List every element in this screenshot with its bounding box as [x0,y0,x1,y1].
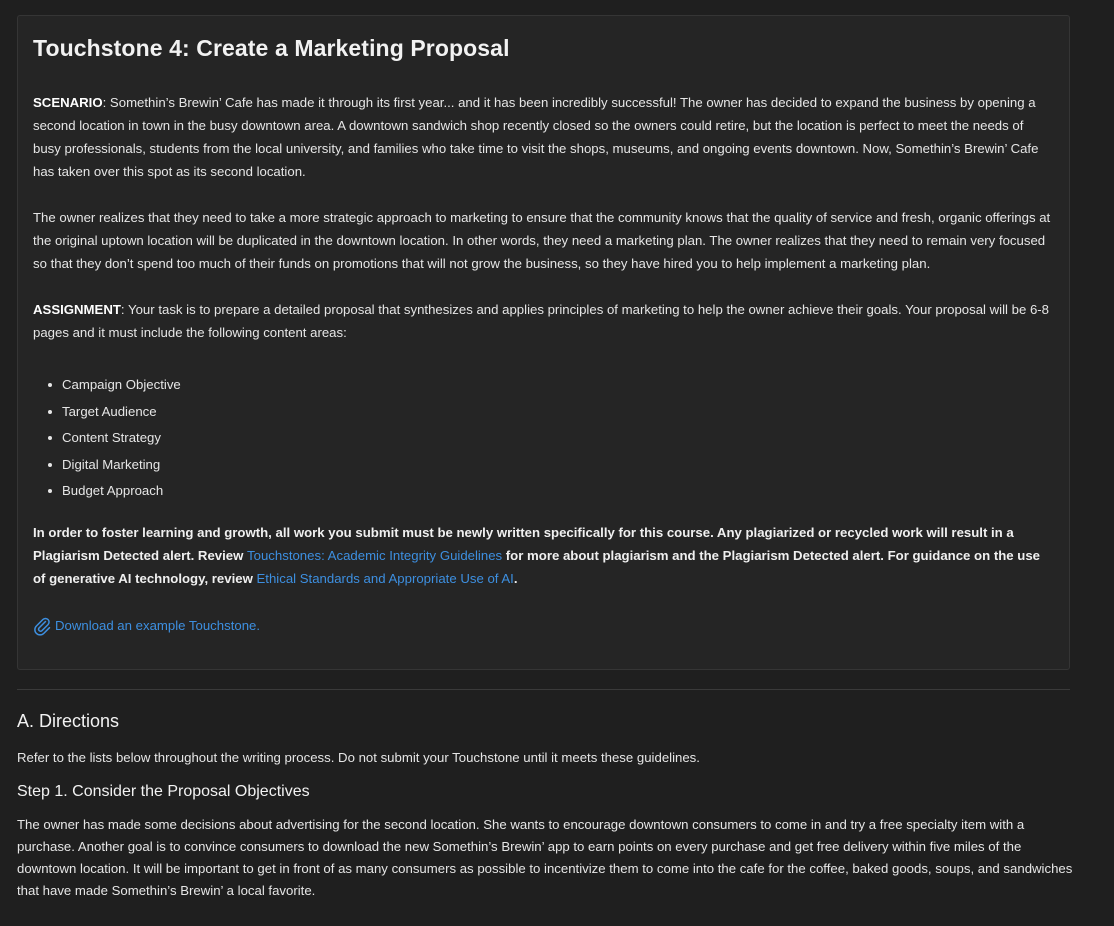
assignment-paragraph: ASSIGNMENT: Your task is to prepare a de… [33,298,1054,344]
paperclip-icon [34,617,51,636]
scenario-label: SCENARIO [33,95,103,110]
list-item: Content Strategy [48,425,1054,452]
integrity-text-3: . [513,570,518,586]
scenario-text: : Somethin’s Brewin’ Cafe has made it th… [33,95,1039,179]
assignment-label: ASSIGNMENT [33,302,121,317]
scenario-paragraph: SCENARIO: Somethin’s Brewin’ Cafe has ma… [33,91,1054,183]
assignment-text: : Your task is to prepare a detailed pro… [33,302,1050,340]
directions-section: A. Directions Refer to the lists below t… [17,708,1077,902]
directions-intro: Refer to the lists below throughout the … [17,750,700,765]
page-title: Touchstone 4: Create a Marketing Proposa… [33,35,510,61]
step1-body: The owner has made some decisions about … [17,817,1073,898]
section-divider [17,689,1070,690]
list-item: Target Audience [48,399,1054,426]
page: Touchstone 4: Create a Marketing Proposa… [0,0,1114,926]
list-item: Campaign Objective [48,372,1054,399]
list-item: Budget Approach [48,478,1054,505]
touchstone-card: Touchstone 4: Create a Marketing Proposa… [17,15,1070,670]
strategy-paragraph: The owner realizes that they need to tak… [33,210,1051,271]
directions-heading: A. Directions [17,711,120,731]
content-areas-list: Campaign Objective Target Audience Conte… [33,372,1054,505]
list-item: Digital Marketing [48,452,1054,479]
ethical-standards-ai-link[interactable]: Ethical Standards and Appropriate Use of… [257,571,514,586]
download-example-link[interactable]: Download an example Touchstone. [55,618,260,633]
academic-integrity-guidelines-link[interactable]: Touchstones: Academic Integrity Guidelin… [247,548,502,563]
download-example[interactable]: Download an example Touchstone. [33,614,1054,638]
step1-heading: Step 1. Consider the Proposal Objectives [17,783,310,800]
academic-integrity-notice: In order to foster learning and growth, … [33,521,1054,590]
